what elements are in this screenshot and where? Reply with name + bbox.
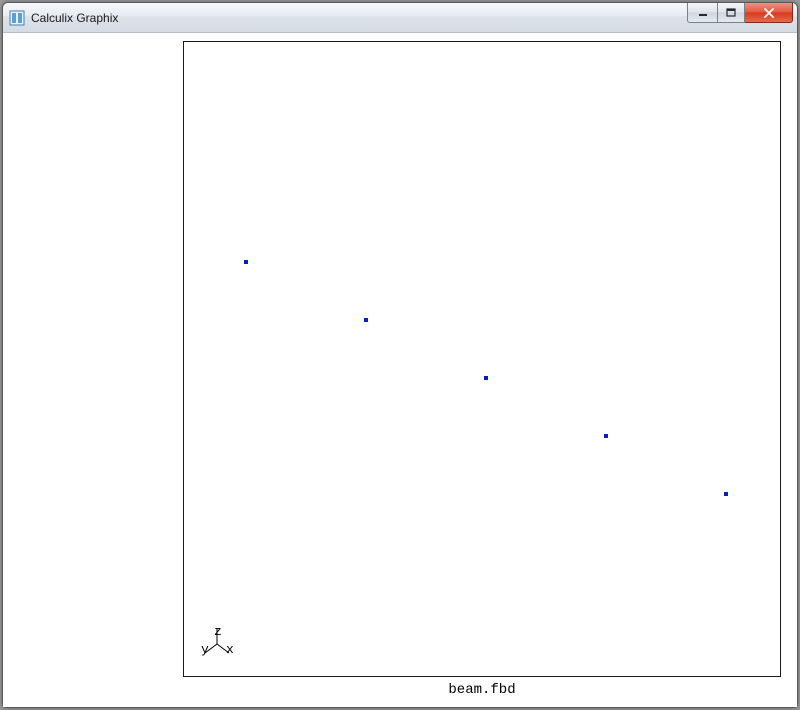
- axis-x-label: x: [226, 642, 234, 657]
- window-title: Calculix Graphix: [31, 11, 118, 25]
- app-window: Calculix Graphix: [2, 2, 798, 708]
- axis-z-label: z: [214, 624, 222, 639]
- node-point: [244, 260, 248, 264]
- node-point: [484, 376, 488, 380]
- window-controls: [687, 3, 795, 32]
- maximize-button[interactable]: [717, 3, 745, 23]
- minimize-button[interactable]: [687, 3, 717, 23]
- app-icon: [9, 10, 25, 26]
- close-button[interactable]: [745, 3, 793, 23]
- viewport-3d[interactable]: z y x: [183, 41, 781, 677]
- node-point: [724, 492, 728, 496]
- node-point: [364, 318, 368, 322]
- filename-label: beam.fbd: [183, 682, 781, 698]
- client-area: z y x beam.fbd: [3, 33, 797, 707]
- titlebar[interactable]: Calculix Graphix: [3, 3, 797, 33]
- axis-y-label: y: [201, 642, 209, 657]
- node-point: [604, 434, 608, 438]
